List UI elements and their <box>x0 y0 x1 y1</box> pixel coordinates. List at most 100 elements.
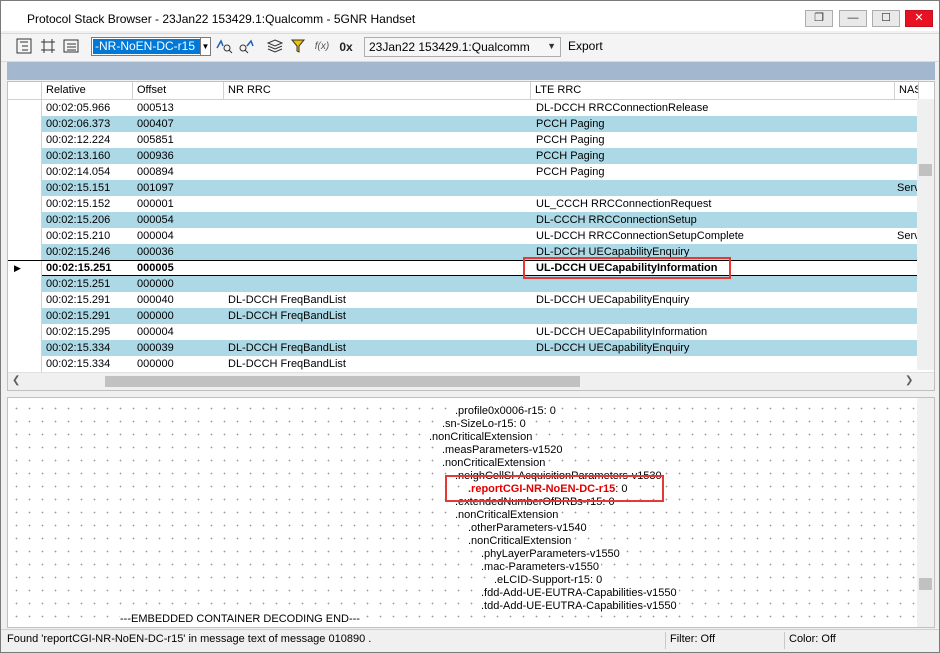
table-row[interactable]: 00:02:15.291 000000 DL-DCCH FreqBandList <box>8 308 918 324</box>
cell-nr-rrc <box>228 100 528 116</box>
row-selector[interactable] <box>8 116 42 132</box>
table-row[interactable]: 00:02:14.054 000894 PCCH Paging <box>8 164 918 180</box>
filter-icon[interactable] <box>289 38 307 56</box>
table-row[interactable]: 00:02:15.210 000004 UL-DCCH RRCConnectionS… <box>8 228 919 244</box>
row-selector[interactable] <box>8 164 42 180</box>
tree-view-icon[interactable] <box>15 38 33 56</box>
cell-nr-rrc <box>228 196 528 212</box>
minimize-icon[interactable]: — <box>839 10 867 27</box>
hex-button[interactable]: 0x <box>335 38 357 56</box>
column-header-offset[interactable]: Offset <box>133 82 224 99</box>
table-row[interactable]: 00:02:12.224 005851 PCCH Paging <box>8 132 918 148</box>
row-selector[interactable] <box>8 244 42 260</box>
row-selector[interactable] <box>8 212 42 228</box>
tree-node[interactable]: .nonCriticalExtension <box>455 509 561 522</box>
table-row[interactable]: 00:02:06.373 000407 PCCH Paging <box>8 116 918 132</box>
cell-nr-rrc <box>228 180 528 196</box>
grid-horizontal-scroll-thumb[interactable] <box>105 376 580 387</box>
row-selector[interactable] <box>8 356 42 372</box>
tree-node[interactable]: .profile0x0006-r15: 0 <box>455 405 558 418</box>
search-input[interactable]: -NR-NoEN-DC-r15 <box>91 37 209 56</box>
row-selector[interactable] <box>8 100 42 116</box>
export-button[interactable]: Export <box>568 39 603 53</box>
tree-node[interactable]: .measParameters-v1520 <box>442 444 565 457</box>
cell-offset: 000513 <box>137 102 174 114</box>
cell-relative: 00:02:13.160 <box>46 150 111 162</box>
row-selector[interactable] <box>8 308 42 324</box>
cell-relative: 00:02:05.966 <box>46 102 111 114</box>
table-row[interactable]: ▶ 00:02:15.251 000005 UL-DCCH UECapabilityI… <box>8 260 918 277</box>
cell-lte-rrc: PCCH Paging <box>536 118 605 130</box>
tree-node[interactable]: .mac-Parameters-v1550 <box>481 561 601 574</box>
table-row[interactable]: 00:02:15.334 000000 DL-DCCH FreqBandList <box>8 356 918 372</box>
table-row[interactable]: 00:02:15.206 000054 DL-CCCH RRCConnectionS… <box>8 212 918 228</box>
cell-nr-rrc: DL-DCCH FreqBandList <box>228 310 346 322</box>
list-view-icon[interactable] <box>62 38 80 56</box>
function-button[interactable]: f(x) <box>313 38 331 56</box>
grid-vertical-scroll-thumb[interactable] <box>919 164 932 176</box>
search-dropdown-button[interactable]: ▼ <box>200 37 211 56</box>
tree-node[interactable]: ---EMBEDDED CONTAINER DECODING END--- <box>120 613 362 626</box>
tree-node[interactable]: .nonCriticalExtension <box>429 431 535 444</box>
table-row[interactable]: 00:02:05.966 000513 DL-DCCH RRCConnectionR… <box>8 100 918 116</box>
message-grid[interactable]: Relative Offset NR RRC LTE RRC NAS 00:02… <box>7 81 935 391</box>
cell-relative: 00:02:15.291 <box>46 310 111 322</box>
table-row[interactable]: 00:02:15.334 000039 DL-DCCH FreqBandList DL… <box>8 340 918 356</box>
row-selector[interactable] <box>8 148 42 164</box>
layers-icon[interactable] <box>266 38 284 56</box>
log-select[interactable]: 23Jan22 153429.1:Qualcomm ▼ <box>364 37 561 57</box>
row-selector[interactable] <box>8 196 42 212</box>
cell-lte-rrc: DL-DCCH UECapabilityEnquiry <box>536 342 690 354</box>
scroll-right-icon[interactable]: ❯ <box>905 375 913 386</box>
row-selector[interactable] <box>8 132 42 148</box>
tree-node[interactable]: .sn-SizeLo-r15: 0 <box>442 418 528 431</box>
table-row[interactable]: 00:02:15.295 000004 UL-DCCH UECapabilityIn… <box>8 324 918 340</box>
tree-node[interactable]: .nonCriticalExtension <box>468 535 574 548</box>
tree-node[interactable]: .fdd-Add-UE-EUTRA-Capabilities-v1550 <box>481 587 679 600</box>
cell-relative: 00:02:15.291 <box>46 294 111 306</box>
cell-lte-rrc <box>536 356 891 372</box>
row-header-corner <box>8 82 42 99</box>
decode-tree-panel[interactable]: .profile0x0006-r15: 0 .sn-SizeLo-r15: 0 .n… <box>7 397 935 628</box>
cell-lte-rrc: PCCH Paging <box>536 134 605 146</box>
row-selector[interactable] <box>8 324 42 340</box>
status-separator <box>665 632 666 649</box>
row-selector[interactable] <box>8 340 42 356</box>
cell-nr-rrc <box>228 228 528 244</box>
row-selector[interactable] <box>8 292 42 308</box>
find-next-icon[interactable] <box>215 38 233 56</box>
row-selector[interactable] <box>8 180 42 196</box>
find-previous-icon[interactable] <box>237 38 255 56</box>
table-row[interactable]: 00:02:15.246 000036 DL-DCCH UECapabilityEn… <box>8 244 918 260</box>
tree-node[interactable]: .eLCID-Support-r15: 0 <box>494 574 605 587</box>
row-selector[interactable] <box>8 276 42 292</box>
grid-vertical-scrollbar[interactable] <box>917 99 934 370</box>
cell-nas <box>897 164 919 180</box>
column-header-relative[interactable]: Relative <box>42 82 133 99</box>
close-icon[interactable]: ✕ <box>905 10 933 27</box>
column-header-lte-rrc[interactable]: LTE RRC <box>531 82 895 99</box>
table-row[interactable]: 00:02:15.152 000001 UL_CCCH RRCConnectionR… <box>8 196 918 212</box>
row-selector[interactable] <box>8 228 42 244</box>
restore-icon[interactable]: ❐ <box>805 10 833 27</box>
tree-node[interactable]: .otherParameters-v1540 <box>468 522 589 535</box>
tree-node[interactable]: .tdd-Add-UE-EUTRA-Capabilities-v1550 <box>481 600 679 613</box>
cell-nas <box>897 132 919 148</box>
scroll-left-icon[interactable]: ❮ <box>12 375 20 386</box>
tree-vertical-scrollbar[interactable] <box>917 398 934 627</box>
table-row[interactable]: 00:02:15.151 001097 Serv <box>8 180 919 196</box>
tree-vertical-scroll-thumb[interactable] <box>919 578 932 590</box>
status-message: Found 'reportCGI-NR-NoEN-DC-r15' in mess… <box>7 633 372 645</box>
table-row[interactable]: 00:02:15.251 000000 <box>8 276 918 292</box>
row-selector[interactable]: ▶ <box>8 261 42 277</box>
column-header-nr-rrc[interactable]: NR RRC <box>224 82 531 99</box>
maximize-icon[interactable]: ☐ <box>872 10 900 27</box>
cell-lte-rrc: DL-DCCH UECapabilityEnquiry <box>536 294 690 306</box>
tree-node[interactable]: .nonCriticalExtension <box>442 457 548 470</box>
grid-horizontal-scrollbar[interactable]: ❮ ❯ <box>8 372 934 390</box>
tree-node[interactable]: .phyLayerParameters-v1550 <box>481 548 622 561</box>
table-row[interactable]: 00:02:13.160 000936 PCCH Paging <box>8 148 918 164</box>
frame-icon[interactable] <box>39 38 57 56</box>
column-header-nas[interactable]: NAS <box>895 82 919 99</box>
table-row[interactable]: 00:02:15.291 000040 DL-DCCH FreqBandList DL… <box>8 292 918 308</box>
